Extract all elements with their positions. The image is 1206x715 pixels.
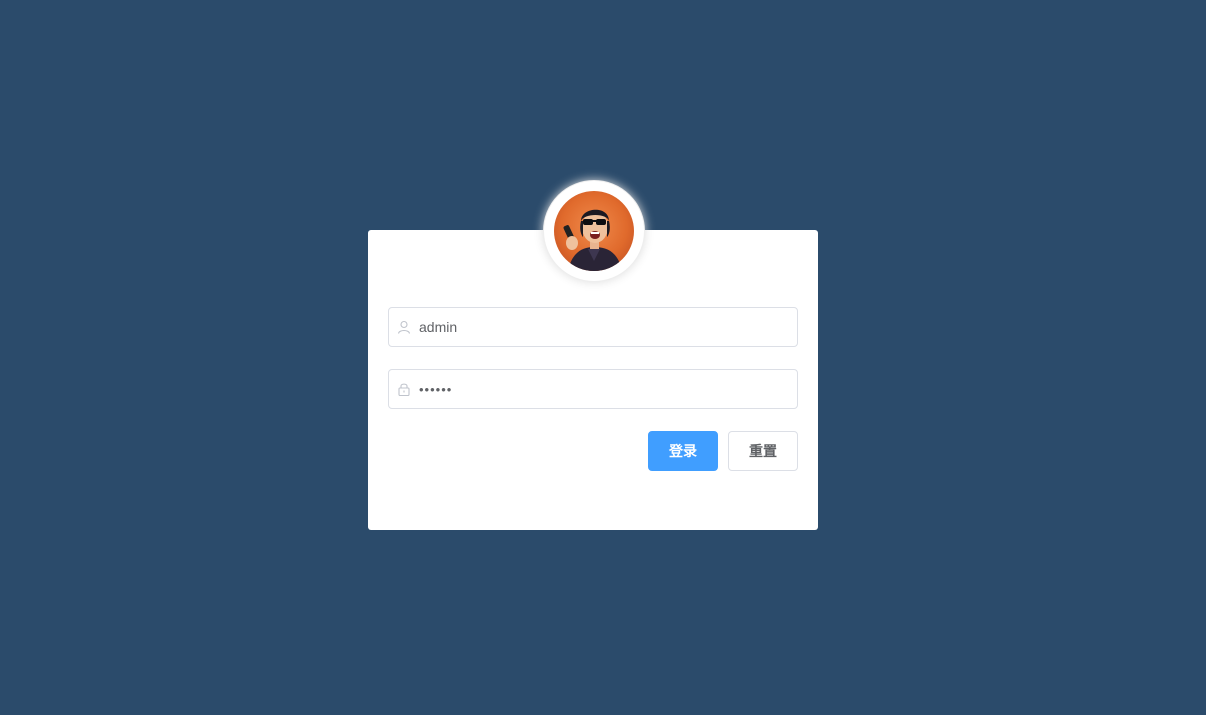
avatar-image bbox=[554, 191, 634, 271]
user-icon bbox=[389, 308, 419, 346]
password-input[interactable] bbox=[419, 371, 797, 407]
password-field[interactable] bbox=[388, 369, 798, 409]
lock-icon bbox=[389, 370, 419, 408]
avatar bbox=[543, 180, 645, 282]
username-field[interactable] bbox=[388, 307, 798, 347]
username-input[interactable] bbox=[419, 309, 797, 345]
login-page: 登录 重置 bbox=[0, 0, 1206, 715]
reset-button[interactable]: 重置 bbox=[728, 431, 798, 471]
login-button[interactable]: 登录 bbox=[648, 431, 718, 471]
